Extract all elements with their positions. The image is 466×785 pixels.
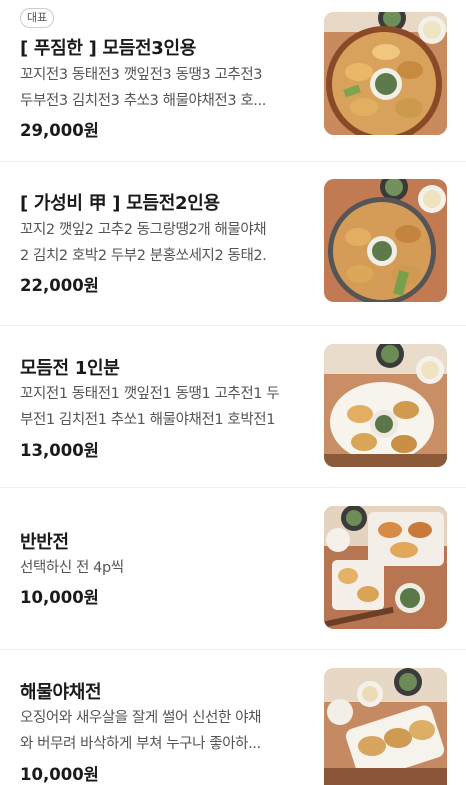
menu-item-description: 오징어와 새우살을 잘게 썰어 신선한 야채 와 버무려 바삭하게 부쳐 누구나… [20,705,310,757]
description-line: 와 버무려 바삭하게 부쳐 누구나 좋아하... [20,736,261,752]
menu-item[interactable]: [ 가성비 甲 ] 모듬전2인용 꼬지2 깻잎2 고추2 동그랑땡2개 해물야채… [0,162,466,326]
menu-item-title: [ 푸짐한 ] 모듬전3인용 [20,38,197,59]
menu-item[interactable]: 해물야채전 오징어와 새우살을 잘게 썰어 신선한 야채 와 버무려 바삭하게 … [0,650,466,785]
description-line: 오징어와 새우살을 잘게 썰어 신선한 야채 [20,710,262,726]
menu-item[interactable]: 반반전 선택하신 전 4p씩 10,000원 [0,488,466,650]
description-line: 꼬지2 깻잎2 고추2 동그랑땡2개 해물야채 [20,222,267,238]
menu-item-title: 해물야채전 [20,682,102,703]
menu-item-price: 29,000원 [20,121,99,140]
menu-item-price: 13,000원 [20,441,99,460]
description-line: 부전1 김치전1 추쏘1 해물야채전1 호박전1 [20,412,276,428]
description-line: 2 김치2 호박2 두부2 분홍쏘세지2 동태2. [20,248,267,264]
menu-item[interactable]: 모듬전 1인분 꼬지전1 동태전1 깻잎전1 동땡1 고추전1 두 부전1 김치… [0,326,466,488]
menu-item-photo[interactable] [324,668,447,785]
menu-item-description: 선택하신 전 4p씩 [20,555,310,581]
description-line: 선택하신 전 4p씩 [20,560,124,576]
menu-item-photo[interactable] [324,179,447,302]
menu-item-price: 22,000원 [20,276,99,295]
menu-item[interactable]: 대표 [ 푸짐한 ] 모듬전3인용 꼬지전3 동태전3 깻잎전3 동땡3 고추전… [0,0,466,162]
description-line: 꼬지전3 동태전3 깻잎전3 동땡3 고추전3 [20,67,263,83]
menu-item-description: 꼬지2 깻잎2 고추2 동그랑땡2개 해물야채 2 김치2 호박2 두부2 분홍… [20,217,310,269]
menu-item-description: 꼬지전1 동태전1 깻잎전1 동땡1 고추전1 두 부전1 김치전1 추쏘1 해… [20,381,310,433]
menu-item-title: 모듬전 1인분 [20,358,120,379]
representative-badge: 대표 [20,8,55,28]
menu-item-price: 10,000원 [20,588,99,607]
menu-item-photo[interactable] [324,506,447,629]
menu-item-photo[interactable] [324,12,447,135]
description-line: 꼬지전1 동태전1 깻잎전1 동땡1 고추전1 두 [20,386,280,402]
menu-item-description: 꼬지전3 동태전3 깻잎전3 동땡3 고추전3 두부전3 김치전3 추쏘3 해물… [20,62,310,114]
menu-list: 대표 [ 푸짐한 ] 모듬전3인용 꼬지전3 동태전3 깻잎전3 동땡3 고추전… [0,0,466,785]
description-line: 두부전3 김치전3 추쏘3 해물야채전3 호... [20,93,266,109]
menu-item-price: 10,000원 [20,765,99,784]
menu-item-photo[interactable] [324,344,447,467]
menu-item-title: 반반전 [20,532,69,553]
menu-item-title: [ 가성비 甲 ] 모듬전2인용 [20,193,220,214]
